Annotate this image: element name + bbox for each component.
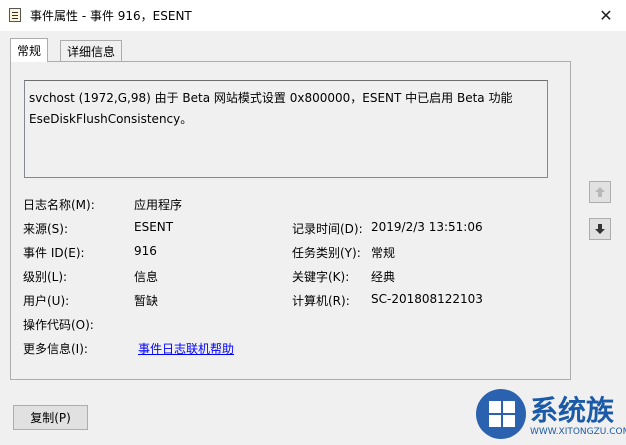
- title-bar: 事件属性 - 事件 916，ESENT ✕: [0, 0, 626, 31]
- dialog-body: 常规 详细信息 svchost (1972,G,98) 由于 Beta 网站模式…: [0, 31, 626, 445]
- window-title: 事件属性 - 事件 916，ESENT: [30, 9, 192, 23]
- event-description[interactable]: svchost (1972,G,98) 由于 Beta 网站模式设置 0x800…: [24, 80, 548, 178]
- computer-value: SC-201808122103: [371, 292, 483, 306]
- description-line-1: svchost (1972,G,98) 由于 Beta 网站模式设置 0x800…: [29, 91, 513, 105]
- event-id-value: 916: [134, 244, 157, 258]
- previous-event-button[interactable]: [589, 181, 611, 203]
- event-properties-icon: [9, 8, 21, 22]
- keywords-label: 关键字(K):: [292, 270, 350, 284]
- logged-label: 记录时间(D):: [292, 222, 363, 236]
- general-panel: svchost (1972,G,98) 由于 Beta 网站模式设置 0x800…: [10, 61, 571, 380]
- watermark-url: WWW.XITONGZU.COM: [530, 427, 626, 437]
- keywords-value: 经典: [371, 270, 396, 284]
- source-label: 来源(S):: [23, 222, 69, 236]
- source-value: ESENT: [134, 220, 174, 234]
- watermark-logo: 系统族 WWW.XITONGZU.COM: [476, 383, 626, 445]
- more-info-label: 更多信息(I):: [23, 342, 88, 356]
- opcode-label: 操作代码(O):: [23, 318, 94, 332]
- arrow-up-icon: [595, 187, 605, 197]
- help-link[interactable]: 事件日志联机帮助: [138, 340, 234, 357]
- close-button[interactable]: ✕: [586, 0, 626, 31]
- event-id-label: 事件 ID(E):: [23, 246, 85, 260]
- watermark-brand: 系统族: [530, 394, 615, 427]
- user-label: 用户(U):: [23, 294, 70, 308]
- user-value: 暂缺: [134, 294, 159, 308]
- next-event-button[interactable]: [589, 218, 611, 240]
- level-label: 级别(L):: [23, 270, 68, 284]
- task-category-value: 常规: [371, 246, 396, 260]
- description-line-2: EseDiskFlushConsistency。: [29, 112, 193, 126]
- computer-label: 计算机(R):: [292, 294, 350, 308]
- log-name-value: 应用程序: [134, 198, 183, 212]
- tab-details[interactable]: 详细信息: [60, 40, 123, 61]
- level-value: 信息: [134, 270, 159, 284]
- logged-value: 2019/2/3 13:51:06: [371, 220, 483, 234]
- arrow-down-icon: [595, 224, 605, 234]
- tab-general[interactable]: 常规: [10, 38, 49, 62]
- task-category-label: 任务类别(Y):: [292, 246, 361, 260]
- copy-button[interactable]: 复制(P): [13, 405, 88, 430]
- windows-logo-icon: [489, 401, 515, 427]
- log-name-label: 日志名称(M):: [23, 198, 95, 212]
- close-icon: ✕: [599, 6, 613, 25]
